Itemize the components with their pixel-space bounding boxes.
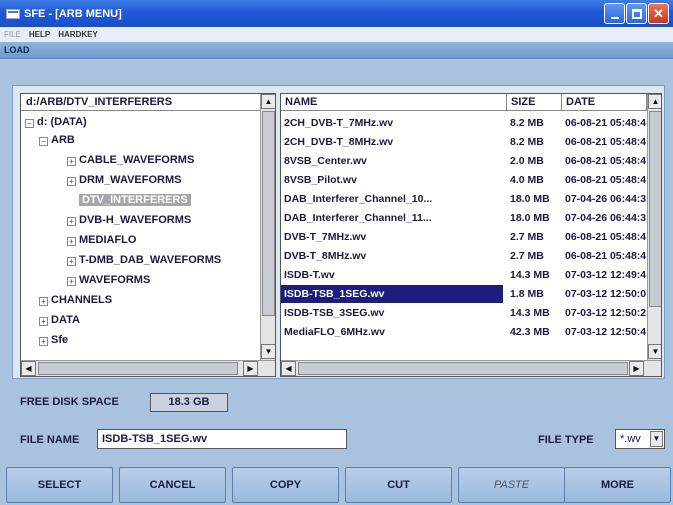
chevron-down-icon[interactable]: ▼ [650,431,663,447]
tree-horizontal-scrollbar[interactable]: ◀ ▶ [21,360,275,376]
column-header-name[interactable]: NAME [281,94,507,111]
expand-icon[interactable]: + [39,317,48,326]
file-row[interactable]: DVB-T_8MHz.wv 2.7 MB 06-08-21 05:48:4 [281,247,647,265]
scroll-up-icon[interactable]: ▲ [648,94,661,109]
scroll-right-icon[interactable]: ▶ [629,361,644,376]
minimize-icon [610,16,619,19]
section-title: LOAD [4,45,30,55]
window-title: SFE - [ARB MENU] [24,7,122,20]
minimize-button[interactable] [604,3,625,24]
scroll-left-icon[interactable]: ◀ [281,361,296,376]
expand-icon[interactable]: + [67,157,76,166]
file-row[interactable]: DAB_Interferer_Channel_11... 18.0 MB 07-04… [281,209,647,227]
scroll-thumb[interactable] [262,111,275,316]
collapse-icon[interactable]: − [25,119,34,128]
scroll-down-icon[interactable]: ▼ [648,344,661,359]
tree-node-waveforms[interactable]: + WAVEFORMS [67,272,150,288]
file-row[interactable]: 2CH_DVB-T_8MHz.wv 8.2 MB 06-08-21 05:48:4 [281,133,647,151]
close-icon: ✕ [653,5,664,21]
directory-tree[interactable]: d:/ARB/DTV_INTERFERERS − d: (DATA) − ARB +… [20,93,276,377]
file-row[interactable]: 8VSB_Pilot.wv 4.0 MB 06-08-21 05:48:4 [281,171,647,189]
tree-node-channels[interactable]: + CHANNELS [39,292,112,308]
maximize-button[interactable] [626,3,647,24]
scroll-thumb[interactable] [298,362,628,375]
tree-node-cable-waveforms[interactable]: + CABLE_WAVEFORMS [67,152,194,168]
cut-button[interactable]: CUT [345,467,452,503]
app-icon [6,8,20,19]
file-row[interactable]: 8VSB_Center.wv 2.0 MB 06-08-21 05:48:4 [281,152,647,170]
free-disk-space-label: FREE DISK SPACE [20,396,119,408]
expand-icon[interactable]: + [67,277,76,286]
file-type-select[interactable]: *.wv ▼ [615,429,665,449]
file-row[interactable]: ISDB-T.wv 14.3 MB 07-03-12 12:49:4 [281,266,647,284]
tree-node-dvb-h-waveforms[interactable]: + DVB-H_WAVEFORMS [67,212,191,228]
copy-button[interactable]: COPY [232,467,339,503]
file-row[interactable]: MediaFLO_6MHz.wv 42.3 MB 07-03-12 12:50:4 [281,323,647,341]
section-header: LOAD [0,42,673,59]
scroll-up-icon[interactable]: ▲ [261,94,275,109]
file-row[interactable]: DAB_Interferer_Channel_10... 18.0 MB 07-04… [281,190,647,208]
tree-node-sfe[interactable]: + Sfe [39,332,68,348]
tree-node-d-drive[interactable]: − d: (DATA) [25,114,87,130]
scroll-left-icon[interactable]: ◀ [21,361,36,376]
maximize-icon [631,8,642,19]
file-type-value: *.wv [620,433,641,445]
scroll-right-icon[interactable]: ▶ [243,361,258,376]
cancel-button[interactable]: CANCEL [119,467,226,503]
tree-node-arb[interactable]: − ARB [39,132,75,148]
more-button[interactable]: MORE [564,467,671,503]
menu-help[interactable]: HELP [29,30,50,39]
title-bar: SFE - [ARB MENU] [0,0,673,27]
expand-icon[interactable]: + [67,257,76,266]
menu-hardkey[interactable]: HARDKEY [58,30,98,39]
expand-icon[interactable]: + [39,337,48,346]
collapse-icon[interactable]: − [39,137,48,146]
close-button[interactable]: ✕ [648,3,669,24]
file-name-label: FILE NAME [20,434,80,446]
select-button[interactable]: SELECT [6,467,113,503]
file-row[interactable]: DVB-T_7MHz.wv 2.7 MB 06-08-21 05:48:4 [281,228,647,246]
file-row[interactable]: ISDB-TSB_3SEG.wv 14.3 MB 07-03-12 12:50:2 [281,304,647,322]
expand-icon[interactable]: + [67,177,76,186]
scroll-down-icon[interactable]: ▼ [261,344,275,359]
files-vertical-scrollbar[interactable]: ▲ ▼ [647,94,661,360]
tree-node-t-dmb-dab-waveforms[interactable]: + T-DMB_DAB_WAVEFORMS [67,252,221,268]
expand-icon[interactable]: + [67,217,76,226]
menu-bar: FILE HELP HARDKEY [0,27,673,42]
files-horizontal-scrollbar[interactable]: ◀ ▶ [281,360,661,376]
tree-path-header: d:/ARB/DTV_INTERFERERS [21,94,260,111]
file-list[interactable]: NAME SIZE DATE 2CH_DVB-T_7MHz.wv 8.2 MB 06… [280,93,662,377]
tree-vertical-scrollbar[interactable]: ▲ ▼ [260,94,275,360]
menu-file[interactable]: FILE [4,30,21,39]
expand-icon[interactable]: + [39,297,48,306]
free-disk-space-value: 18.3 GB [150,393,228,412]
scroll-thumb[interactable] [649,111,661,307]
paste-button[interactable]: PASTE [458,467,565,503]
column-header-date[interactable]: DATE [562,94,647,111]
file-type-label: FILE TYPE [538,434,594,446]
tree-node-mediaflo[interactable]: + MEDIAFLO [67,232,136,248]
scroll-thumb[interactable] [38,362,238,375]
file-row-selected[interactable]: ISDB-TSB_1SEG.wv 1.8 MB 07-03-12 12:50:0 [281,285,647,303]
tree-node-dtv-interferers[interactable]: DTV_INTERFERERS [79,192,191,208]
tree-node-drm-waveforms[interactable]: + DRM_WAVEFORMS [67,172,181,188]
file-row[interactable]: 2CH_DVB-T_7MHz.wv 8.2 MB 06-08-21 05:48:4 [281,114,647,132]
file-name-input[interactable]: ISDB-TSB_1SEG.wv [97,429,347,449]
expand-icon[interactable]: + [67,237,76,246]
tree-node-data[interactable]: + DATA [39,312,80,328]
column-header-size[interactable]: SIZE [507,94,562,111]
